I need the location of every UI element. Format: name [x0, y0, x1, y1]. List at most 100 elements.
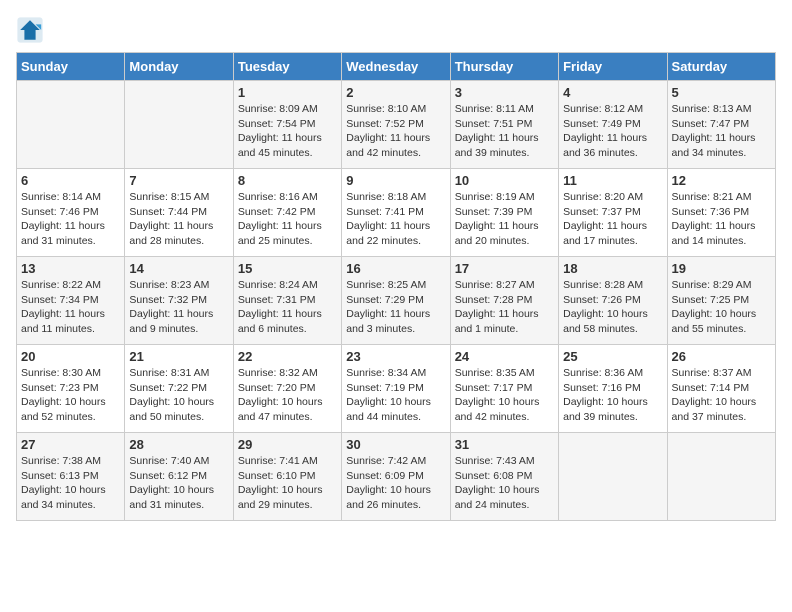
day-info: Sunrise: 8:25 AM Sunset: 7:29 PM Dayligh…	[346, 278, 445, 337]
calendar-cell: 27 Sunrise: 7:38 AM Sunset: 6:13 PM Dayli…	[17, 433, 125, 521]
page-header	[16, 16, 776, 44]
day-number: 7	[129, 173, 228, 188]
day-info: Sunrise: 8:18 AM Sunset: 7:41 PM Dayligh…	[346, 190, 445, 249]
calendar-cell: 23 Sunrise: 8:34 AM Sunset: 7:19 PM Dayli…	[342, 345, 450, 433]
day-number: 8	[238, 173, 337, 188]
day-info: Sunrise: 8:32 AM Sunset: 7:20 PM Dayligh…	[238, 366, 337, 425]
day-number: 21	[129, 349, 228, 364]
day-number: 27	[21, 437, 120, 452]
calendar-cell: 14 Sunrise: 8:23 AM Sunset: 7:32 PM Dayli…	[125, 257, 233, 345]
day-number: 16	[346, 261, 445, 276]
weekday-header-row: SundayMondayTuesdayWednesdayThursdayFrid…	[17, 53, 776, 81]
calendar-week-row: 1 Sunrise: 8:09 AM Sunset: 7:54 PM Daylig…	[17, 81, 776, 169]
day-info: Sunrise: 8:19 AM Sunset: 7:39 PM Dayligh…	[455, 190, 554, 249]
day-number: 2	[346, 85, 445, 100]
day-number: 25	[563, 349, 662, 364]
day-number: 11	[563, 173, 662, 188]
day-number: 9	[346, 173, 445, 188]
calendar-cell: 15Sunrise: 8:24 AM Sunset: 7:31 PM Dayli…	[233, 257, 341, 345]
calendar-cell: 10 Sunrise: 8:19 AM Sunset: 7:39 PM Dayli…	[450, 169, 558, 257]
calendar-cell: 4 Sunrise: 8:12 AM Sunset: 7:49 PM Daylig…	[559, 81, 667, 169]
day-number: 18	[563, 261, 662, 276]
day-info: Sunrise: 7:43 AM Sunset: 6:08 PM Dayligh…	[455, 454, 554, 513]
weekday-header-wednesday: Wednesday	[342, 53, 450, 81]
calendar-cell: 2 Sunrise: 8:10 AM Sunset: 7:52 PM Daylig…	[342, 81, 450, 169]
calendar-table: SundayMondayTuesdayWednesdayThursdayFrid…	[16, 52, 776, 521]
day-number: 4	[563, 85, 662, 100]
day-info: Sunrise: 8:14 AM Sunset: 7:46 PM Dayligh…	[21, 190, 120, 249]
weekday-header-thursday: Thursday	[450, 53, 558, 81]
calendar-cell: 19Sunrise: 8:29 AM Sunset: 7:25 PM Dayli…	[667, 257, 775, 345]
calendar-cell: 22 Sunrise: 8:32 AM Sunset: 7:20 PM Dayli…	[233, 345, 341, 433]
day-info: Sunrise: 8:12 AM Sunset: 7:49 PM Dayligh…	[563, 102, 662, 161]
day-info: Sunrise: 7:38 AM Sunset: 6:13 PM Dayligh…	[21, 454, 120, 513]
day-info: Sunrise: 8:10 AM Sunset: 7:52 PM Dayligh…	[346, 102, 445, 161]
calendar-cell: 7 Sunrise: 8:15 AM Sunset: 7:44 PM Daylig…	[125, 169, 233, 257]
calendar-cell: 9 Sunrise: 8:18 AM Sunset: 7:41 PM Daylig…	[342, 169, 450, 257]
calendar-cell: 18Sunrise: 8:28 AM Sunset: 7:26 PM Dayli…	[559, 257, 667, 345]
calendar-cell: 26 Sunrise: 8:37 AM Sunset: 7:14 PM Dayli…	[667, 345, 775, 433]
day-info: Sunrise: 8:34 AM Sunset: 7:19 PM Dayligh…	[346, 366, 445, 425]
day-number: 31	[455, 437, 554, 452]
calendar-cell: 28 Sunrise: 7:40 AM Sunset: 6:12 PM Dayli…	[125, 433, 233, 521]
day-info: Sunrise: 8:35 AM Sunset: 7:17 PM Dayligh…	[455, 366, 554, 425]
day-number: 3	[455, 85, 554, 100]
day-number: 19	[672, 261, 771, 276]
calendar-cell: 13 Sunrise: 8:22 AM Sunset: 7:34 PM Dayli…	[17, 257, 125, 345]
calendar-cell	[559, 433, 667, 521]
day-info: Sunrise: 8:21 AM Sunset: 7:36 PM Dayligh…	[672, 190, 771, 249]
day-number: 14	[129, 261, 228, 276]
calendar-cell: 16 Sunrise: 8:25 AM Sunset: 7:29 PM Dayli…	[342, 257, 450, 345]
day-info: Sunrise: 8:22 AM Sunset: 7:34 PM Dayligh…	[21, 278, 120, 337]
day-number: 23	[346, 349, 445, 364]
day-info: Sunrise: 8:09 AM Sunset: 7:54 PM Dayligh…	[238, 102, 337, 161]
day-number: 17	[455, 261, 554, 276]
calendar-cell: 12 Sunrise: 8:21 AM Sunset: 7:36 PM Dayli…	[667, 169, 775, 257]
day-number: 1	[238, 85, 337, 100]
day-number: 28	[129, 437, 228, 452]
calendar-cell	[125, 81, 233, 169]
day-number: 24	[455, 349, 554, 364]
calendar-cell: 6 Sunrise: 8:14 AM Sunset: 7:46 PM Daylig…	[17, 169, 125, 257]
day-number: 26	[672, 349, 771, 364]
weekday-header-saturday: Saturday	[667, 53, 775, 81]
day-number: 12	[672, 173, 771, 188]
weekday-header-friday: Friday	[559, 53, 667, 81]
calendar-cell: 30Sunrise: 7:42 AM Sunset: 6:09 PM Dayli…	[342, 433, 450, 521]
day-info: Sunrise: 8:20 AM Sunset: 7:37 PM Dayligh…	[563, 190, 662, 249]
logo	[16, 16, 48, 44]
calendar-week-row: 20 Sunrise: 8:30 AM Sunset: 7:23 PM Dayli…	[17, 345, 776, 433]
day-info: Sunrise: 8:24 AM Sunset: 7:31 PM Dayligh…	[238, 278, 337, 337]
weekday-header-monday: Monday	[125, 53, 233, 81]
day-info: Sunrise: 7:42 AM Sunset: 6:09 PM Dayligh…	[346, 454, 445, 513]
day-info: Sunrise: 8:37 AM Sunset: 7:14 PM Dayligh…	[672, 366, 771, 425]
calendar-cell	[667, 433, 775, 521]
day-number: 29	[238, 437, 337, 452]
day-number: 5	[672, 85, 771, 100]
day-info: Sunrise: 8:11 AM Sunset: 7:51 PM Dayligh…	[455, 102, 554, 161]
calendar-cell: 21Sunrise: 8:31 AM Sunset: 7:22 PM Dayli…	[125, 345, 233, 433]
day-number: 22	[238, 349, 337, 364]
calendar-week-row: 6 Sunrise: 8:14 AM Sunset: 7:46 PM Daylig…	[17, 169, 776, 257]
day-info: Sunrise: 7:40 AM Sunset: 6:12 PM Dayligh…	[129, 454, 228, 513]
day-info: Sunrise: 8:16 AM Sunset: 7:42 PM Dayligh…	[238, 190, 337, 249]
day-info: Sunrise: 8:30 AM Sunset: 7:23 PM Dayligh…	[21, 366, 120, 425]
calendar-cell: 24 Sunrise: 8:35 AM Sunset: 7:17 PM Dayli…	[450, 345, 558, 433]
calendar-cell: 20 Sunrise: 8:30 AM Sunset: 7:23 PM Dayli…	[17, 345, 125, 433]
calendar-cell: 25 Sunrise: 8:36 AM Sunset: 7:16 PM Dayli…	[559, 345, 667, 433]
calendar-cell: 5 Sunrise: 8:13 AM Sunset: 7:47 PM Daylig…	[667, 81, 775, 169]
calendar-cell: 11 Sunrise: 8:20 AM Sunset: 7:37 PM Dayli…	[559, 169, 667, 257]
day-info: Sunrise: 8:23 AM Sunset: 7:32 PM Dayligh…	[129, 278, 228, 337]
day-number: 13	[21, 261, 120, 276]
day-info: Sunrise: 8:13 AM Sunset: 7:47 PM Dayligh…	[672, 102, 771, 161]
weekday-header-sunday: Sunday	[17, 53, 125, 81]
day-number: 10	[455, 173, 554, 188]
day-info: Sunrise: 7:41 AM Sunset: 6:10 PM Dayligh…	[238, 454, 337, 513]
calendar-cell: 31 Sunrise: 7:43 AM Sunset: 6:08 PM Dayli…	[450, 433, 558, 521]
calendar-week-row: 27 Sunrise: 7:38 AM Sunset: 6:13 PM Dayli…	[17, 433, 776, 521]
day-number: 6	[21, 173, 120, 188]
day-number: 20	[21, 349, 120, 364]
day-info: Sunrise: 8:15 AM Sunset: 7:44 PM Dayligh…	[129, 190, 228, 249]
day-info: Sunrise: 8:36 AM Sunset: 7:16 PM Dayligh…	[563, 366, 662, 425]
logo-icon	[16, 16, 44, 44]
